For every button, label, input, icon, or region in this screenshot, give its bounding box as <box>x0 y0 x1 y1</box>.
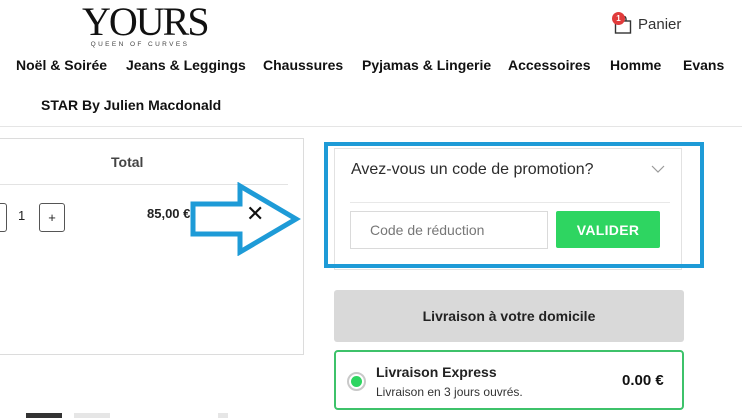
delivery-home-header[interactable]: Livraison à votre domicile <box>334 290 684 342</box>
delivery-option-express[interactable]: Livraison Express Livraison en 3 jours o… <box>334 350 684 410</box>
line-total-price: 85,00 € <box>147 206 191 221</box>
nav-item-star-julien-macdonald[interactable]: STAR By Julien Macdonald <box>41 97 221 113</box>
cart-link[interactable]: 1 Panier <box>612 12 681 36</box>
delivery-option-price: 0.00 € <box>622 372 664 389</box>
brand-logo[interactable]: YOURS QUEEN OF CURVES <box>82 0 210 49</box>
bottom-fragment <box>74 413 110 418</box>
main-nav: Noël & Soirée Jeans & Leggings Chaussure… <box>0 57 742 77</box>
logo-text: YOURS <box>82 0 210 44</box>
nav-item-noel-soiree[interactable]: Noël & Soirée <box>16 57 107 73</box>
nav-item-accessoires[interactable]: Accessoires <box>508 57 591 73</box>
delivery-option-description: Livraison en 3 jours ouvrés. <box>376 385 523 399</box>
shopping-bag-icon: 1 <box>612 12 634 36</box>
bottom-fragment <box>26 413 62 418</box>
chevron-down-icon[interactable] <box>651 165 665 174</box>
delivery-option-name: Livraison Express <box>376 364 497 380</box>
nav-item-evans[interactable]: Evans <box>683 57 724 73</box>
promo-divider <box>350 202 670 203</box>
close-icon[interactable]: ✕ <box>246 202 264 226</box>
quantity-decrease-button[interactable] <box>0 203 7 232</box>
header-divider <box>0 126 742 127</box>
delivery-home-label: Livraison à votre domicile <box>422 308 596 324</box>
quantity-increase-button[interactable]: + <box>39 203 65 232</box>
promo-code-input[interactable] <box>350 211 548 249</box>
cart-label: Panier <box>638 15 682 33</box>
cart-count-badge: 1 <box>612 12 625 25</box>
radio-selected-dot <box>351 376 362 387</box>
nav-item-pyjamas-lingerie[interactable]: Pyjamas & Lingerie <box>362 57 491 73</box>
promo-title[interactable]: Avez-vous un code de promotion? <box>351 161 594 179</box>
column-header-total: Total <box>111 154 144 170</box>
nav-item-jeans-leggings[interactable]: Jeans & Leggings <box>126 57 246 73</box>
logo-tagline: QUEEN OF CURVES <box>90 41 190 48</box>
nav-item-chaussures[interactable]: Chaussures <box>263 57 343 73</box>
quantity-value: 1 <box>18 208 26 223</box>
nav-item-homme[interactable]: Homme <box>610 57 661 73</box>
validate-promo-button[interactable]: VALIDER <box>556 211 660 248</box>
bottom-fragment <box>218 413 228 418</box>
delivery-radio-button[interactable] <box>347 372 366 391</box>
